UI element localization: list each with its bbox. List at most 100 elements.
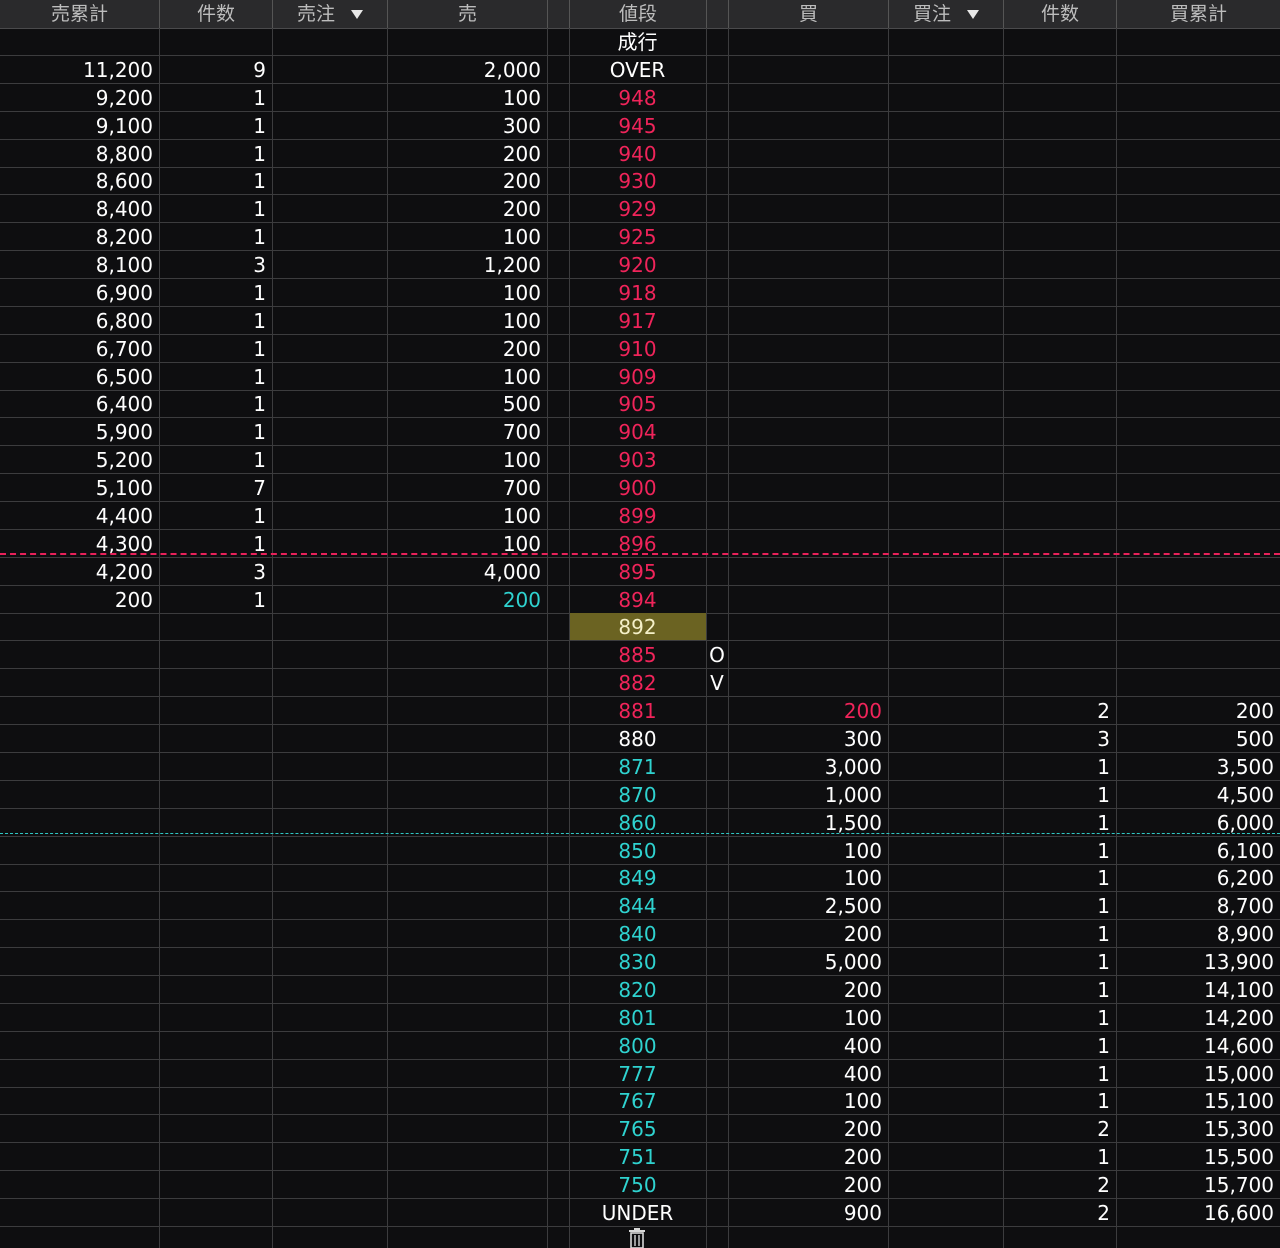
buy-qty-cell[interactable]	[728, 307, 888, 334]
buy-qty-cell[interactable]	[728, 251, 888, 278]
buy-qty-cell[interactable]	[728, 641, 888, 668]
book-row[interactable]: 5,100 7 700 900	[0, 474, 1280, 503]
price-cell[interactable]: 767	[569, 1087, 706, 1114]
header-sell-count[interactable]: 件数	[160, 0, 273, 28]
price-cell[interactable]: 904	[569, 418, 706, 445]
sell-qty-cell[interactable]	[387, 781, 547, 808]
sell-qty-cell[interactable]	[387, 1143, 547, 1170]
book-row[interactable]: 8,100 3 1,200 920	[0, 251, 1280, 280]
price-cell[interactable]: 850	[569, 837, 706, 864]
book-row[interactable]: 4,400 1 100 899	[0, 502, 1280, 530]
price-cell[interactable]: 910	[569, 335, 706, 362]
sell-qty-cell[interactable]	[387, 725, 547, 752]
trash-icon[interactable]	[626, 1227, 648, 1248]
buy-qty-cell[interactable]	[728, 390, 888, 417]
sell-qty-cell[interactable]	[387, 669, 547, 696]
sell-qty-cell[interactable]	[387, 1087, 547, 1114]
sell-qty-cell[interactable]: 200	[387, 586, 547, 613]
header-price[interactable]: 値段	[570, 0, 707, 28]
header-buy-order[interactable]: 買注	[889, 0, 1004, 28]
sell-qty-cell[interactable]	[387, 976, 547, 1003]
sell-qty-cell[interactable]: 2,000	[387, 56, 547, 83]
price-cell[interactable]: 777	[569, 1060, 706, 1087]
buy-qty-cell[interactable]	[728, 418, 888, 445]
sell-order-dropdown-icon[interactable]	[351, 10, 363, 19]
buy-qty-cell[interactable]	[728, 84, 888, 111]
price-cell[interactable]: 899	[569, 502, 706, 529]
price-cell[interactable]: 900	[569, 474, 706, 501]
buy-qty-cell[interactable]	[728, 167, 888, 194]
sell-qty-cell[interactable]: 700	[387, 474, 547, 501]
buy-qty-cell[interactable]	[728, 669, 888, 696]
price-cell[interactable]: 945	[569, 112, 706, 139]
buy-qty-cell[interactable]	[728, 502, 888, 529]
price-cell[interactable]: 905	[569, 390, 706, 417]
buy-qty-cell[interactable]: 5,000	[728, 948, 888, 975]
buy-qty-cell[interactable]: 900	[728, 1199, 888, 1226]
header-buy-cumulative[interactable]: 買累計	[1117, 0, 1280, 28]
price-cell[interactable]: 882	[569, 669, 706, 696]
book-row[interactable]: 6,800 1 100 917	[0, 307, 1280, 335]
book-row[interactable]: 6,700 1 200 910	[0, 335, 1280, 363]
buy-qty-cell[interactable]	[728, 586, 888, 613]
buy-qty-cell[interactable]: 300	[728, 725, 888, 752]
sell-qty-cell[interactable]	[387, 28, 547, 55]
book-row[interactable]: 767 100 1 15,100	[0, 1087, 1280, 1116]
price-cell[interactable]: 800	[569, 1032, 706, 1059]
book-row[interactable]: 840 200 1 8,900	[0, 920, 1280, 949]
book-row[interactable]: 777 400 1 15,000	[0, 1060, 1280, 1088]
sell-qty-cell[interactable]	[387, 920, 547, 947]
sell-qty-cell[interactable]	[387, 809, 547, 836]
book-row[interactable]: 881 200 2 200	[0, 697, 1280, 726]
buy-qty-cell[interactable]: 200	[728, 976, 888, 1003]
price-cell[interactable]: 840	[569, 920, 706, 947]
buy-qty-cell[interactable]	[728, 112, 888, 139]
buy-qty-cell[interactable]	[728, 446, 888, 473]
header-sell-order[interactable]: 売注	[273, 0, 388, 28]
price-cell[interactable]: 860	[569, 809, 706, 836]
price-cell[interactable]: 765	[569, 1115, 706, 1142]
sell-qty-cell[interactable]: 100	[387, 502, 547, 529]
buy-qty-cell[interactable]: 2,500	[728, 892, 888, 919]
book-row[interactable]: 801 100 1 14,200	[0, 1004, 1280, 1032]
buy-qty-cell[interactable]	[728, 613, 888, 640]
book-row[interactable]: 750 200 2 15,700	[0, 1171, 1280, 1200]
buy-qty-cell[interactable]: 400	[728, 1060, 888, 1087]
sell-qty-cell[interactable]: 200	[387, 167, 547, 194]
book-row[interactable]: 6,400 1 500 905	[0, 390, 1280, 419]
price-cell[interactable]: 871	[569, 753, 706, 780]
buy-qty-cell[interactable]	[728, 223, 888, 250]
price-cell[interactable]: 894	[569, 586, 706, 613]
buy-qty-cell[interactable]: 200	[728, 1143, 888, 1170]
buy-qty-cell[interactable]: 1,000	[728, 781, 888, 808]
price-cell[interactable]: 820	[569, 976, 706, 1003]
sell-qty-cell[interactable]: 100	[387, 446, 547, 473]
book-row[interactable]: 9,100 1 300 945	[0, 112, 1280, 140]
book-row[interactable]: 880 300 3 500	[0, 725, 1280, 753]
price-cell[interactable]: 844	[569, 892, 706, 919]
book-row[interactable]: 成行	[0, 28, 1280, 56]
header-buy-count[interactable]: 件数	[1004, 0, 1117, 28]
sell-qty-cell[interactable]: 100	[387, 223, 547, 250]
buy-qty-cell[interactable]	[728, 558, 888, 585]
buy-qty-cell[interactable]: 200	[728, 1115, 888, 1142]
buy-qty-cell[interactable]: 200	[728, 1171, 888, 1198]
book-row[interactable]: 871 3,000 1 3,500	[0, 753, 1280, 781]
buy-qty-cell[interactable]	[728, 140, 888, 167]
sell-qty-cell[interactable]	[387, 1032, 547, 1059]
price-cell[interactable]: 751	[569, 1143, 706, 1170]
buy-qty-cell[interactable]	[728, 335, 888, 362]
book-row[interactable]: 9,200 1 100 948	[0, 84, 1280, 112]
book-row[interactable]: 4,200 3 4,000 895	[0, 558, 1280, 586]
price-cell[interactable]: 929	[569, 195, 706, 222]
price-cell[interactable]: 948	[569, 84, 706, 111]
price-cell[interactable]: 801	[569, 1004, 706, 1031]
buy-qty-cell[interactable]	[728, 474, 888, 501]
sell-qty-cell[interactable]	[387, 613, 547, 640]
book-row[interactable]: 765 200 2 15,300	[0, 1115, 1280, 1144]
price-cell[interactable]: OVER	[569, 56, 706, 83]
book-row[interactable]: 850 100 1 6,100	[0, 837, 1280, 865]
sell-qty-cell[interactable]	[387, 1004, 547, 1031]
price-cell[interactable]: 830	[569, 948, 706, 975]
price-cell[interactable]: 920	[569, 251, 706, 278]
